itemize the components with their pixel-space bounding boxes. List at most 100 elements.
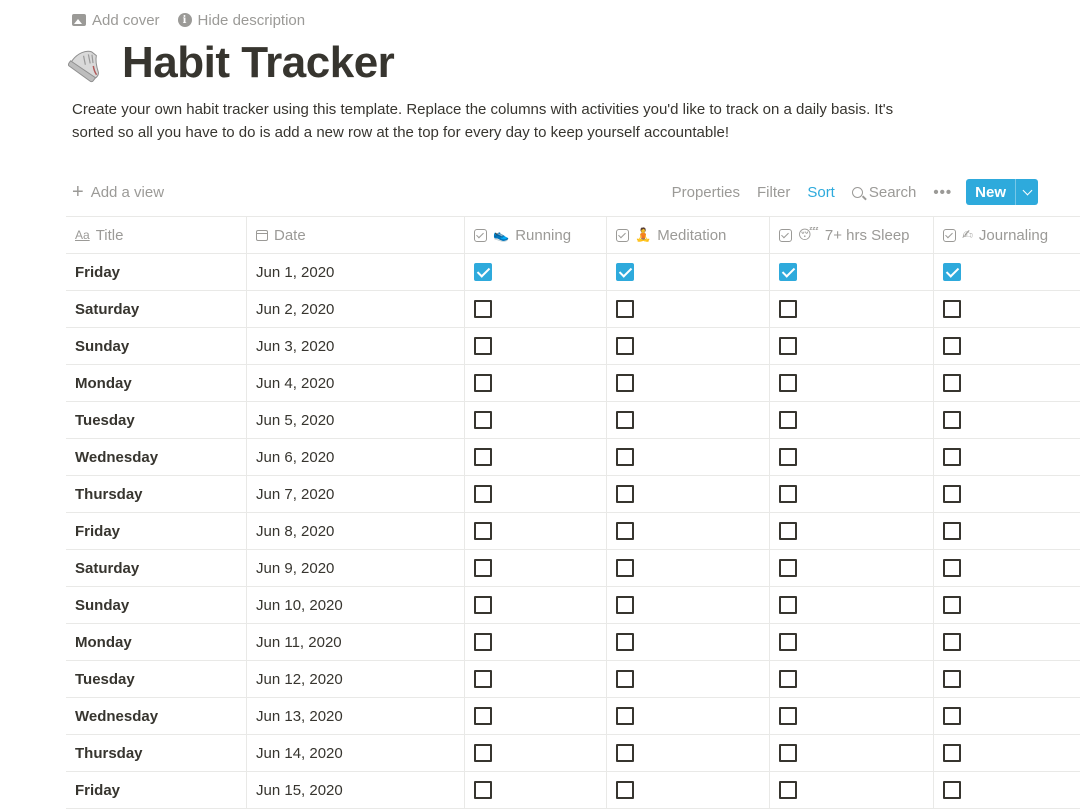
- row-title-cell[interactable]: Tuesday: [66, 661, 247, 697]
- sleep-checkbox[interactable]: [779, 707, 797, 725]
- add-cover-button[interactable]: Add cover: [72, 12, 160, 29]
- meditation-checkbox[interactable]: [616, 522, 634, 540]
- sleep-checkbox[interactable]: [779, 485, 797, 503]
- add-view-button[interactable]: + Add a view: [72, 182, 164, 202]
- meditation-checkbox[interactable]: [616, 707, 634, 725]
- sleep-checkbox[interactable]: [779, 670, 797, 688]
- sleep-checkbox[interactable]: [779, 744, 797, 762]
- row-title-cell[interactable]: Tuesday: [66, 402, 247, 438]
- row-date-cell[interactable]: Jun 12, 2020: [247, 661, 465, 697]
- search-button[interactable]: Search: [851, 184, 916, 201]
- row-date-cell[interactable]: Jun 14, 2020: [247, 735, 465, 771]
- running-checkbox[interactable]: [474, 744, 492, 762]
- sleep-checkbox[interactable]: [779, 411, 797, 429]
- journaling-checkbox[interactable]: [943, 448, 961, 466]
- running-checkbox[interactable]: [474, 411, 492, 429]
- page-description[interactable]: Create your own habit tracker using this…: [72, 98, 932, 144]
- sleep-checkbox[interactable]: [779, 448, 797, 466]
- row-title-cell[interactable]: Sunday: [66, 587, 247, 623]
- running-checkbox[interactable]: [474, 485, 492, 503]
- row-title-cell[interactable]: Friday: [66, 772, 247, 808]
- meditation-checkbox[interactable]: [616, 411, 634, 429]
- journaling-checkbox[interactable]: [943, 781, 961, 799]
- running-checkbox[interactable]: [474, 559, 492, 577]
- row-date-cell[interactable]: Jun 9, 2020: [247, 550, 465, 586]
- running-checkbox[interactable]: [474, 596, 492, 614]
- journaling-checkbox[interactable]: [943, 559, 961, 577]
- page-title[interactable]: Habit Tracker: [122, 38, 395, 88]
- journaling-checkbox[interactable]: [943, 707, 961, 725]
- journaling-checkbox[interactable]: [943, 744, 961, 762]
- journaling-checkbox[interactable]: [943, 596, 961, 614]
- row-date-cell[interactable]: Jun 11, 2020: [247, 624, 465, 660]
- meditation-checkbox[interactable]: [616, 670, 634, 688]
- sort-button[interactable]: Sort: [807, 184, 835, 201]
- properties-button[interactable]: Properties: [672, 184, 740, 201]
- row-title-cell[interactable]: Thursday: [66, 735, 247, 771]
- row-title-cell[interactable]: Friday: [66, 254, 247, 290]
- running-checkbox[interactable]: [474, 781, 492, 799]
- meditation-checkbox[interactable]: [616, 559, 634, 577]
- row-title-cell[interactable]: Monday: [66, 365, 247, 401]
- journaling-checkbox[interactable]: [943, 670, 961, 688]
- sleep-checkbox[interactable]: [779, 337, 797, 355]
- journaling-checkbox[interactable]: [943, 263, 961, 281]
- running-checkbox[interactable]: [474, 707, 492, 725]
- row-date-cell[interactable]: Jun 5, 2020: [247, 402, 465, 438]
- meditation-checkbox[interactable]: [616, 633, 634, 651]
- row-date-cell[interactable]: Jun 13, 2020: [247, 698, 465, 734]
- row-title-cell[interactable]: Wednesday: [66, 698, 247, 734]
- meditation-checkbox[interactable]: [616, 300, 634, 318]
- column-header-title[interactable]: Aa Title: [66, 217, 247, 253]
- column-header-sleep[interactable]: 😴 7+ hrs Sleep: [770, 217, 934, 253]
- running-checkbox[interactable]: [474, 263, 492, 281]
- meditation-checkbox[interactable]: [616, 596, 634, 614]
- row-date-cell[interactable]: Jun 6, 2020: [247, 439, 465, 475]
- row-date-cell[interactable]: Jun 1, 2020: [247, 254, 465, 290]
- journaling-checkbox[interactable]: [943, 411, 961, 429]
- journaling-checkbox[interactable]: [943, 337, 961, 355]
- more-options-icon[interactable]: •••: [933, 184, 952, 201]
- sleep-checkbox[interactable]: [779, 781, 797, 799]
- running-checkbox[interactable]: [474, 337, 492, 355]
- hide-description-button[interactable]: i Hide description: [177, 12, 305, 29]
- row-date-cell[interactable]: Jun 3, 2020: [247, 328, 465, 364]
- journaling-checkbox[interactable]: [943, 485, 961, 503]
- sleep-checkbox[interactable]: [779, 559, 797, 577]
- column-header-meditation[interactable]: 🧘 Meditation: [607, 217, 770, 253]
- row-date-cell[interactable]: Jun 15, 2020: [247, 772, 465, 808]
- journaling-checkbox[interactable]: [943, 300, 961, 318]
- journaling-checkbox[interactable]: [943, 522, 961, 540]
- row-date-cell[interactable]: Jun 4, 2020: [247, 365, 465, 401]
- new-dropdown-button[interactable]: [1015, 179, 1038, 205]
- column-header-date[interactable]: Date: [247, 217, 465, 253]
- sleep-checkbox[interactable]: [779, 300, 797, 318]
- row-date-cell[interactable]: Jun 10, 2020: [247, 587, 465, 623]
- journaling-checkbox[interactable]: [943, 374, 961, 392]
- running-checkbox[interactable]: [474, 522, 492, 540]
- new-button[interactable]: New: [966, 179, 1015, 205]
- row-title-cell[interactable]: Friday: [66, 513, 247, 549]
- running-checkbox[interactable]: [474, 300, 492, 318]
- row-title-cell[interactable]: Saturday: [66, 291, 247, 327]
- row-title-cell[interactable]: Wednesday: [66, 439, 247, 475]
- meditation-checkbox[interactable]: [616, 337, 634, 355]
- sleep-checkbox[interactable]: [779, 633, 797, 651]
- column-header-journaling[interactable]: ✍ Journaling: [934, 217, 1080, 253]
- row-title-cell[interactable]: Monday: [66, 624, 247, 660]
- column-header-running[interactable]: 👟 Running: [465, 217, 607, 253]
- meditation-checkbox[interactable]: [616, 485, 634, 503]
- row-date-cell[interactable]: Jun 7, 2020: [247, 476, 465, 512]
- sleep-checkbox[interactable]: [779, 596, 797, 614]
- row-title-cell[interactable]: Thursday: [66, 476, 247, 512]
- meditation-checkbox[interactable]: [616, 374, 634, 392]
- running-checkbox[interactable]: [474, 374, 492, 392]
- running-checkbox[interactable]: [474, 670, 492, 688]
- sleep-checkbox[interactable]: [779, 263, 797, 281]
- running-checkbox[interactable]: [474, 448, 492, 466]
- meditation-checkbox[interactable]: [616, 781, 634, 799]
- row-date-cell[interactable]: Jun 8, 2020: [247, 513, 465, 549]
- meditation-checkbox[interactable]: [616, 448, 634, 466]
- journaling-checkbox[interactable]: [943, 633, 961, 651]
- row-title-cell[interactable]: Saturday: [66, 550, 247, 586]
